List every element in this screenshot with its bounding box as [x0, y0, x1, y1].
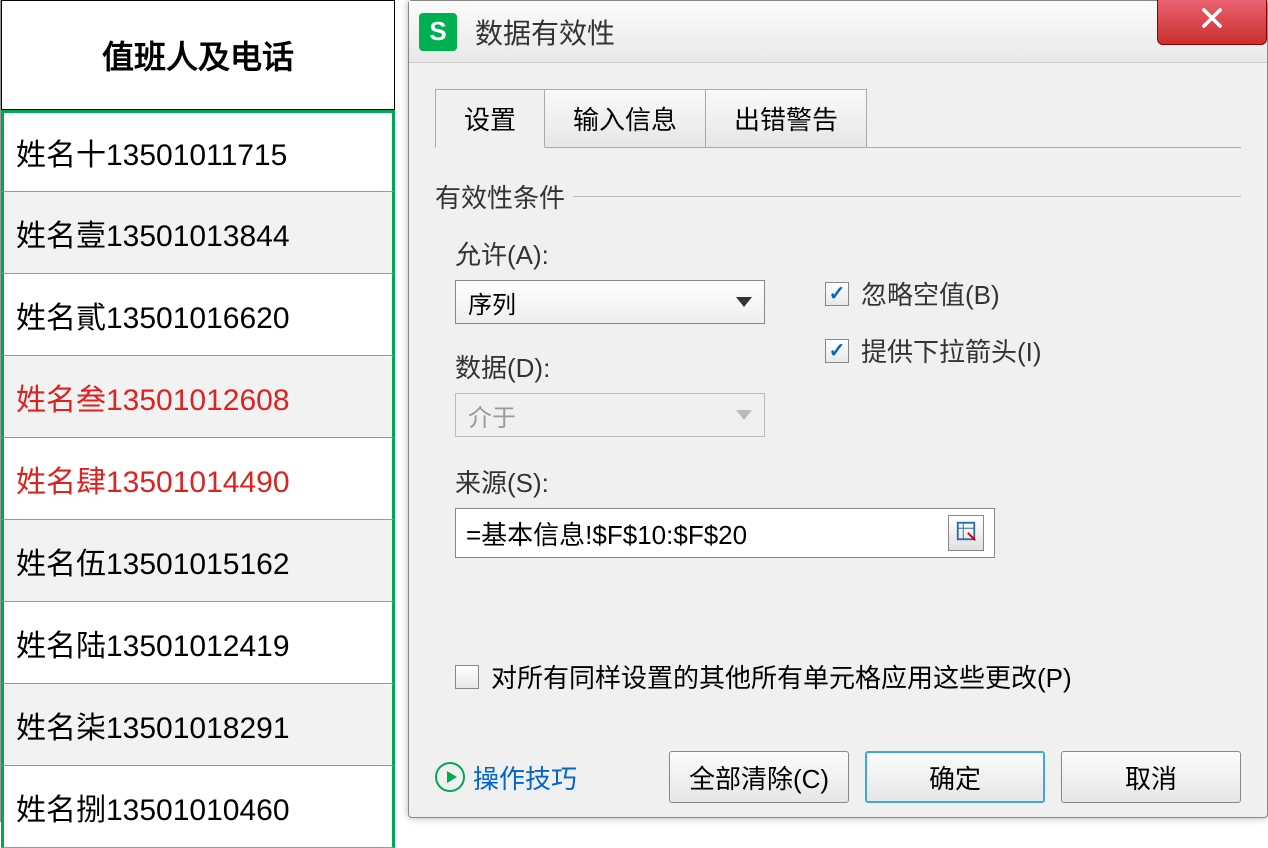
checkbox-icon [825, 282, 849, 306]
sheet-cell[interactable]: 姓名叁13501012608 [1, 356, 395, 438]
sheet-cell[interactable]: 姓名肆13501014490 [1, 438, 395, 520]
data-validation-dialog: S 数据有效性 设置 输入信息 出错警告 有效性条件 允许(A): 序列 [408, 0, 1268, 818]
apply-all-checkbox[interactable]: 对所有同样设置的其他所有单元格应用这些更改(P) [435, 658, 1241, 695]
cancel-button[interactable]: 取消 [1061, 751, 1241, 803]
column-header-text: 值班人及电话 [102, 32, 294, 78]
sheet-cell[interactable]: 姓名柒13501018291 [1, 684, 395, 766]
data-select: 介于 [455, 393, 765, 437]
sheet-cell[interactable]: 姓名陆13501012419 [1, 602, 395, 684]
tabs: 设置 输入信息 出错警告 [435, 89, 1241, 148]
validation-criteria-group: 有效性条件 [435, 178, 1241, 215]
ignore-blank-checkbox[interactable]: 忽略空值(B) [825, 275, 1241, 312]
column-header: 值班人及电话 [1, 0, 395, 110]
source-input[interactable] [466, 518, 948, 549]
sheet-cell[interactable]: 姓名十13501011715 [1, 110, 395, 192]
checkbox-icon [825, 339, 849, 363]
ok-button[interactable]: 确定 [865, 751, 1045, 803]
sheet-cell[interactable]: 姓名伍13501015162 [1, 520, 395, 602]
source-label: 来源(S): [455, 463, 1241, 500]
checkbox-icon [455, 665, 479, 689]
data-label: 数据(D): [455, 348, 825, 385]
tab-input-message[interactable]: 输入信息 [544, 89, 706, 147]
range-picker-button[interactable] [948, 515, 984, 551]
clear-all-button[interactable]: 全部清除(C) [669, 751, 849, 803]
spreadsheet-column: 值班人及电话 姓名十13501011715姓名壹13501013844姓名貳13… [0, 0, 395, 822]
play-icon [435, 762, 465, 792]
tab-error-alert[interactable]: 出错警告 [705, 89, 867, 147]
tips-link[interactable]: 操作技巧 [473, 759, 577, 796]
sheet-cell[interactable]: 姓名貳13501016620 [1, 274, 395, 356]
tab-settings[interactable]: 设置 [435, 89, 545, 148]
app-icon: S [419, 13, 457, 51]
chevron-down-icon [736, 410, 752, 420]
data-value: 介于 [468, 398, 516, 433]
range-picker-icon [955, 518, 977, 549]
sheet-cell[interactable]: 姓名捌13501010460 [1, 766, 395, 848]
allow-value: 序列 [468, 285, 516, 320]
titlebar[interactable]: S 数据有效性 [409, 1, 1267, 63]
dialog-title: 数据有效性 [475, 12, 615, 52]
sheet-cell[interactable]: 姓名壹13501013844 [1, 192, 395, 274]
chevron-down-icon [736, 297, 752, 307]
dialog-footer: 操作技巧 全部清除(C) 确定 取消 [435, 751, 1241, 803]
allow-select[interactable]: 序列 [455, 280, 765, 324]
allow-label: 允许(A): [455, 235, 825, 272]
dropdown-arrow-checkbox[interactable]: 提供下拉箭头(I) [825, 332, 1241, 369]
source-input-wrapper [455, 508, 995, 558]
close-icon [1198, 4, 1226, 37]
close-button[interactable] [1157, 0, 1267, 45]
dialog-body: 设置 输入信息 出错警告 有效性条件 允许(A): 序列 数据(D): 介于 [409, 63, 1267, 695]
